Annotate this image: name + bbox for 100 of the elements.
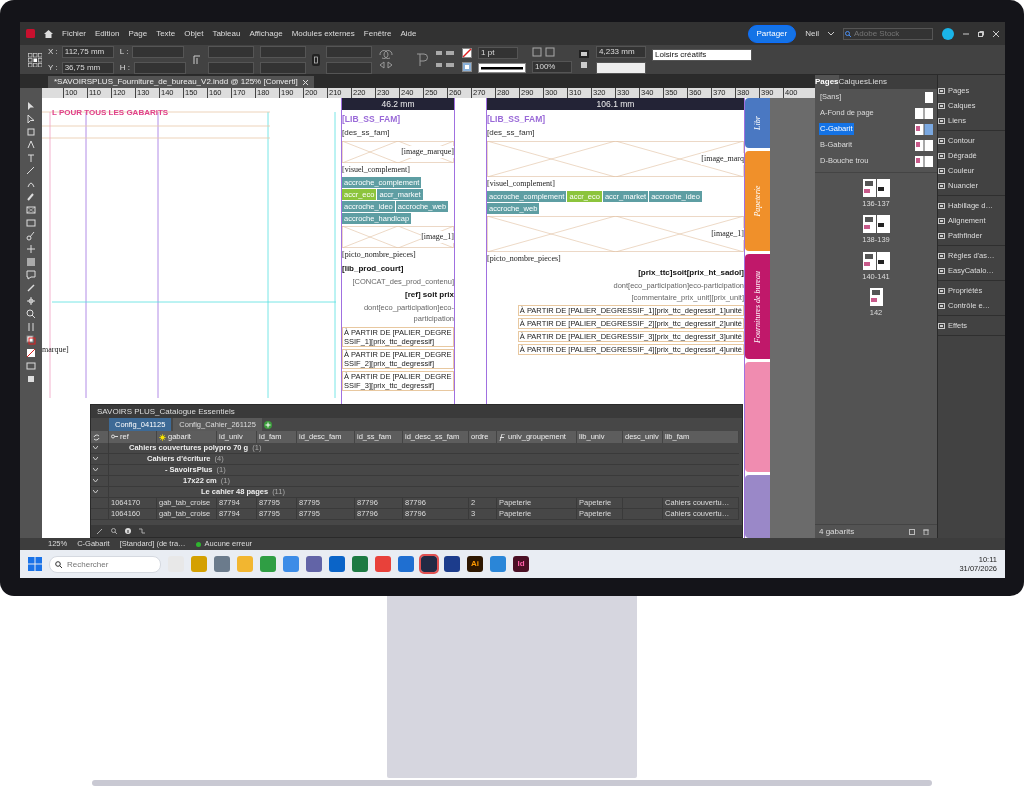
tool-icon[interactable]: [26, 309, 36, 319]
frame-label: [image_marque]: [401, 145, 454, 158]
spacing-field[interactable]: 4,233 mm: [596, 45, 646, 58]
tool-icon[interactable]: [26, 335, 36, 345]
opacity-field[interactable]: 100%: [532, 60, 572, 73]
trash-icon[interactable]: [923, 528, 929, 535]
close-icon[interactable]: [993, 30, 999, 37]
object-style-dropdown[interactable]: Loisirs créatifs: [652, 49, 752, 61]
tool-icon[interactable]: [26, 231, 36, 241]
height-field[interactable]: [134, 61, 186, 74]
chevron-down-icon: [93, 446, 98, 450]
search-icon: [55, 560, 62, 568]
panel-tab[interactable]: Pages: [815, 75, 839, 89]
square-icon: [938, 267, 945, 274]
page-thumbnail-drawing: [915, 139, 933, 151]
close-icon[interactable]: [302, 79, 308, 85]
start-icon[interactable]: [28, 557, 42, 571]
sun-icon: [159, 433, 166, 441]
spread-thumbnail-drawing[interactable]: [869, 287, 883, 306]
spread-thumbnail-drawing[interactable]: [862, 251, 890, 270]
square-icon: [938, 322, 945, 329]
value-field[interactable]: [596, 61, 646, 74]
panel-tab[interactable]: Liens: [867, 75, 888, 89]
row-header-cell: [91, 498, 109, 509]
menu-item[interactable]: Tableau: [212, 27, 241, 40]
expand-toggle[interactable]: [91, 454, 109, 465]
taskbar-app-icon[interactable]: Ai: [467, 556, 483, 572]
expand-toggle[interactable]: [91, 465, 109, 476]
menu-item[interactable]: Affichage: [249, 27, 283, 40]
y-field[interactable]: 36,75 mm: [61, 61, 114, 74]
restore-icon[interactable]: [978, 30, 984, 37]
expand-toggle[interactable]: [91, 487, 109, 498]
chain-link-icon[interactable]: [312, 53, 320, 66]
square-icon: [938, 287, 945, 294]
status-dot-icon: [195, 541, 201, 547]
field-placeholder-text: [LIB_SS_FAM]: [487, 113, 546, 126]
share-button[interactable]: Partager: [747, 24, 797, 43]
page-thumbnail-drawing: [915, 155, 933, 167]
paragraph-p-icon[interactable]: [414, 51, 428, 68]
menu-item[interactable]: Objet: [184, 27, 204, 40]
key-icon: [111, 433, 118, 441]
page-heading: L POUR TOUS LES GABARITS: [51, 107, 169, 119]
field-label: H :: [119, 61, 130, 74]
taskbar-app-icon[interactable]: [421, 556, 437, 572]
menu-item[interactable]: Fichier: [62, 27, 86, 40]
frame-label: [image_1]: [421, 230, 454, 243]
constrain-icon[interactable]: [192, 54, 202, 65]
field-placeholder-text: [prix_ttc]soit[prix_ht_sadol]: [638, 266, 744, 279]
spread-thumbnail-drawing[interactable]: [862, 179, 890, 197]
pencil-icon[interactable]: [97, 528, 103, 534]
menu-item[interactable]: Aide: [400, 27, 417, 40]
search-icon[interactable]: [111, 528, 117, 534]
field-placeholder-text: [des_ss_fam]: [487, 126, 535, 139]
x-field[interactable]: 112,75 mm: [61, 45, 114, 58]
info-icon[interactable]: [125, 528, 131, 534]
add-icon[interactable]: [263, 420, 272, 429]
taskbar-search-field[interactable]: Rechercher: [49, 555, 161, 573]
chevron-down-icon: [93, 479, 98, 483]
taskbar-app-icon[interactable]: [444, 556, 460, 572]
scale-field[interactable]: [260, 45, 306, 58]
menu-item[interactable]: Modules externes: [291, 27, 355, 40]
refresh-icon[interactable]: [93, 433, 100, 441]
taskbar-app-icon[interactable]: Id: [513, 556, 529, 572]
panel-tab[interactable]: Calques: [838, 75, 868, 89]
scale-field[interactable]: [208, 61, 254, 74]
scale-field[interactable]: [208, 45, 254, 58]
user-menu[interactable]: Neil: [805, 27, 819, 40]
caret-icon[interactable]: [828, 31, 834, 36]
link-icon[interactable]: [139, 528, 145, 534]
scale-field[interactable]: [260, 61, 306, 74]
menu-item[interactable]: Page: [128, 27, 148, 40]
page-thumbnail-drawing: [915, 123, 933, 135]
new-page-icon[interactable]: [909, 528, 915, 535]
reference-point-icon[interactable]: [28, 52, 42, 67]
stroke-type-dropdown[interactable]: [478, 62, 526, 73]
chevron-down-icon: [93, 468, 98, 472]
home-icon[interactable]: [44, 29, 53, 38]
field-placeholder-text: [lib_prod_court]: [342, 262, 404, 275]
menu-item[interactable]: Texte: [156, 27, 176, 40]
square-icon: [938, 217, 945, 224]
panel-title: SAVOIRS PLUS_Catalogue Essentiels: [97, 405, 235, 418]
page-thumbnail-drawing: [925, 91, 933, 103]
field-placeholder-text: [des_ss_fam]: [342, 126, 390, 139]
stroke-swatch[interactable]: [462, 61, 472, 72]
spread-thumbnail-drawing[interactable]: [862, 215, 890, 234]
menu-item[interactable]: Edition: [95, 27, 120, 40]
menu-item[interactable]: Fenêtre: [363, 27, 392, 40]
expand-toggle[interactable]: [91, 443, 109, 454]
shear-field[interactable]: [326, 61, 372, 74]
width-field[interactable]: [132, 45, 185, 58]
expand-toggle[interactable]: [91, 476, 109, 487]
wrap-icons[interactable]: [578, 48, 590, 71]
document-tab[interactable]: *SAVOIRSPLUS_Fourniture_de_bureau_V2.indd @ 125% [Converti]: [48, 76, 314, 88]
minimize-icon[interactable]: [963, 30, 969, 37]
stroke-weight-field[interactable]: 1 pt: [478, 46, 518, 59]
field-placeholder-text: [ref] soit prix: [405, 289, 454, 301]
fill-none-swatch[interactable]: [462, 47, 472, 58]
tool-icon[interactable]: [26, 348, 36, 358]
rotation-field[interactable]: [326, 45, 372, 58]
avatar-circle[interactable]: [942, 27, 954, 40]
